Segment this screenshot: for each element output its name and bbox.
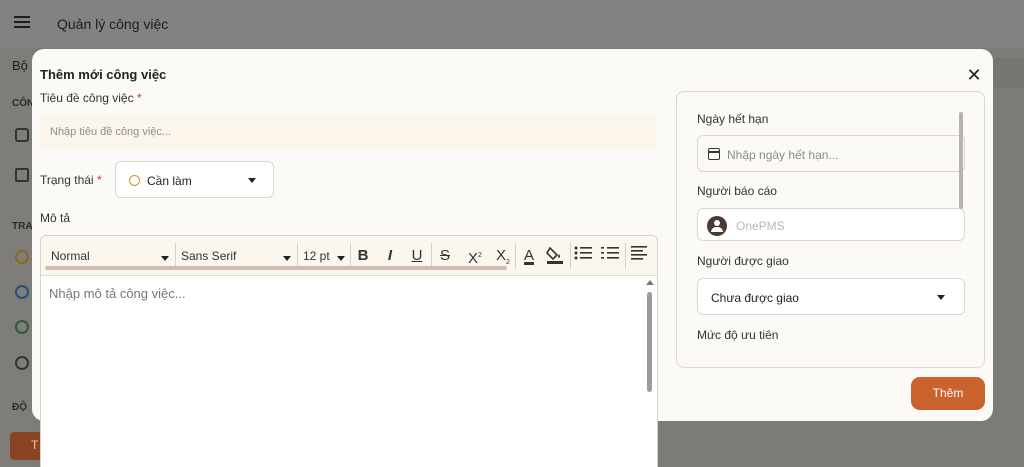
assignee-label: Người được giao — [697, 254, 789, 268]
reporter-value: OnePMS — [736, 219, 785, 233]
chevron-down-icon — [248, 178, 256, 183]
create-task-dialog: Thêm mới công việc ✕ Tiêu đề công việc *… — [32, 49, 993, 467]
panel-scrollbar[interactable] — [959, 112, 963, 209]
task-title-input[interactable] — [40, 115, 657, 149]
app-title: Quản lý công việc — [57, 16, 169, 32]
edit-icon — [15, 168, 29, 182]
reporter-field: OnePMS — [697, 208, 965, 241]
todo-status-icon — [15, 250, 29, 264]
font-size-select[interactable]: 12 pt — [303, 244, 347, 268]
assignee-select[interactable]: Chưa được giao — [697, 278, 965, 315]
toolbar-scrollbar[interactable] — [45, 266, 507, 270]
bg-search-field — [990, 58, 1024, 88]
add-button[interactable]: Thêm — [911, 377, 985, 410]
font-select[interactable]: Sans Serif — [181, 244, 293, 268]
app-bar: Quản lý công việc — [0, 0, 1024, 48]
due-date-placeholder: Nhập ngày hết hạn... — [727, 148, 839, 162]
italic-button[interactable]: I — [381, 245, 399, 267]
underline-button[interactable]: U — [408, 245, 426, 267]
title-field-label: Tiêu đề công việc * — [40, 91, 142, 105]
scrollbar-thumb[interactable] — [647, 292, 652, 392]
task-details-panel: Ngày hết hạn Nhập ngày hết hạn... Người … — [676, 91, 985, 368]
calendar-icon — [708, 148, 720, 160]
chevron-down-icon — [937, 295, 945, 300]
in-progress-icon — [15, 285, 29, 299]
reporter-label: Người báo cáo — [697, 184, 777, 198]
status-select[interactable]: Cần làm — [115, 161, 274, 198]
description-editor: Normal Sans Serif 12 pt B I U S X2 X2 A — [40, 235, 658, 467]
assignee-value: Chưa được giao — [711, 291, 799, 305]
priority-label: Mức độ ưu tiên — [697, 328, 779, 342]
scroll-up-icon[interactable] — [646, 280, 654, 285]
avatar — [707, 216, 727, 236]
subscript-button[interactable]: X2 — [493, 245, 513, 267]
bg-create-button: T — [10, 432, 40, 460]
bold-button[interactable]: B — [354, 245, 372, 267]
format-select[interactable]: Normal — [51, 244, 171, 268]
editor-scrollbar[interactable] — [646, 280, 654, 467]
strikethrough-button[interactable]: S — [435, 245, 455, 267]
toolbar-divider — [515, 243, 516, 269]
bg-tab-label: Bộ — [12, 58, 28, 73]
editor-toolbar: Normal Sans Serif 12 pt B I U S X2 X2 A — [41, 236, 657, 276]
bg-section-label: CÔN — [12, 98, 35, 109]
bullet-list-icon[interactable] — [573, 245, 593, 267]
fill-color-icon[interactable] — [545, 245, 565, 267]
done-icon — [15, 356, 29, 370]
description-label: Mô tả — [40, 211, 71, 225]
font-color-button[interactable]: A — [519, 245, 539, 267]
person-icon — [15, 128, 29, 142]
chevron-down-icon — [283, 256, 291, 261]
bg-section-label: ĐỘ — [12, 402, 27, 413]
status-value: Cần làm — [147, 174, 192, 188]
chevron-down-icon — [337, 256, 345, 261]
menu-icon[interactable] — [14, 16, 30, 28]
numbered-list-icon[interactable] — [600, 245, 620, 267]
dialog-title: Thêm mới công việc — [40, 67, 167, 82]
help-icon — [15, 320, 29, 334]
toolbar-divider — [570, 243, 571, 269]
due-date-input[interactable]: Nhập ngày hết hạn... — [697, 135, 965, 172]
chevron-down-icon — [161, 256, 169, 261]
status-label: Trạng thái * — [40, 173, 102, 187]
bg-section-label: TRA — [12, 221, 33, 232]
superscript-button[interactable]: X2 — [465, 245, 485, 267]
toolbar-divider — [625, 243, 626, 269]
due-date-label: Ngày hết hạn — [697, 112, 769, 126]
close-icon[interactable]: ✕ — [966, 66, 982, 84]
todo-status-icon — [129, 175, 140, 186]
align-left-icon[interactable] — [629, 245, 649, 267]
description-placeholder[interactable]: Nhập mô tả công việc... — [49, 286, 186, 301]
